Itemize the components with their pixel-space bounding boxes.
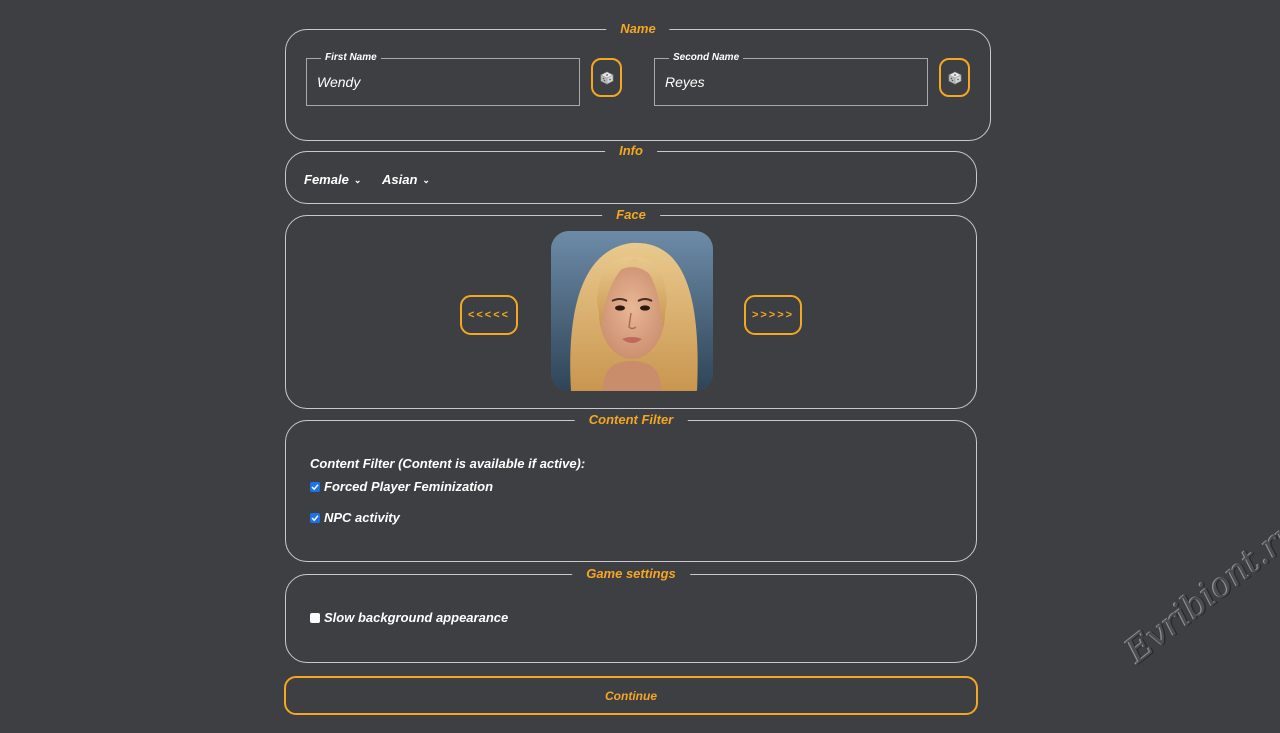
info-panel: Info Female ⌄ Asian ⌄ (285, 143, 977, 204)
content-filter-legend: Content Filter (574, 412, 688, 428)
npc-activity-option[interactable]: NPC activity (310, 510, 400, 525)
slow-background-appearance-option[interactable]: Slow background appearance (310, 610, 508, 625)
dice-icon (599, 71, 614, 84)
npc-activity-label: NPC activity (324, 510, 400, 525)
gender-value: Female (304, 172, 349, 187)
chevron-down-icon: ⌄ (422, 175, 430, 185)
forced-player-feminization-option[interactable]: Forced Player Feminization (310, 479, 493, 494)
second-name-label: Second Name (669, 52, 744, 64)
content-filter-panel: Content Filter Content Filter (Content i… (285, 412, 977, 562)
dice-icon (947, 71, 962, 84)
slow-background-appearance-label: Slow background appearance (324, 610, 509, 625)
game-settings-legend: Game settings (572, 566, 690, 582)
randomize-first-name-button[interactable] (591, 58, 622, 97)
name-panel: Name First Name Wendy Second Name Reyes (285, 21, 991, 141)
ethnicity-value: Asian (382, 172, 418, 187)
gender-select[interactable]: Female ⌄ (304, 172, 361, 187)
second-name-value[interactable]: Reyes (665, 74, 705, 90)
watermark: Evribiont.ru (1118, 511, 1280, 672)
slow-background-appearance-checkbox[interactable] (310, 612, 320, 623)
name-legend: Name (606, 21, 670, 37)
face-panel: Face <<<<< >>>>> (285, 207, 977, 409)
ethnicity-select[interactable]: Asian ⌄ (382, 172, 430, 187)
randomize-second-name-button[interactable] (939, 58, 970, 97)
face-legend: Face (602, 207, 660, 223)
game-settings-panel: Game settings Slow background appearance (285, 566, 977, 663)
content-filter-title: Content Filter (Content is available if … (310, 456, 586, 471)
info-legend: Info (605, 143, 657, 159)
checkmark-icon (311, 514, 319, 521)
npc-activity-checkbox[interactable] (310, 512, 320, 523)
forced-player-feminization-label: Forced Player Feminization (324, 479, 494, 494)
next-face-button[interactable]: >>>>> (744, 295, 802, 335)
first-name-value[interactable]: Wendy (317, 74, 360, 90)
face-portrait (551, 231, 713, 391)
checkmark-icon (311, 483, 319, 490)
first-name-label: First Name (321, 52, 381, 64)
chevron-down-icon: ⌄ (353, 175, 362, 185)
forced-player-feminization-checkbox[interactable] (310, 481, 320, 492)
second-name-field[interactable]: Second Name Reyes (654, 52, 928, 106)
previous-face-button[interactable]: <<<<< (460, 295, 518, 335)
continue-button[interactable]: Continue (284, 676, 978, 715)
first-name-field[interactable]: First Name Wendy (306, 52, 580, 106)
